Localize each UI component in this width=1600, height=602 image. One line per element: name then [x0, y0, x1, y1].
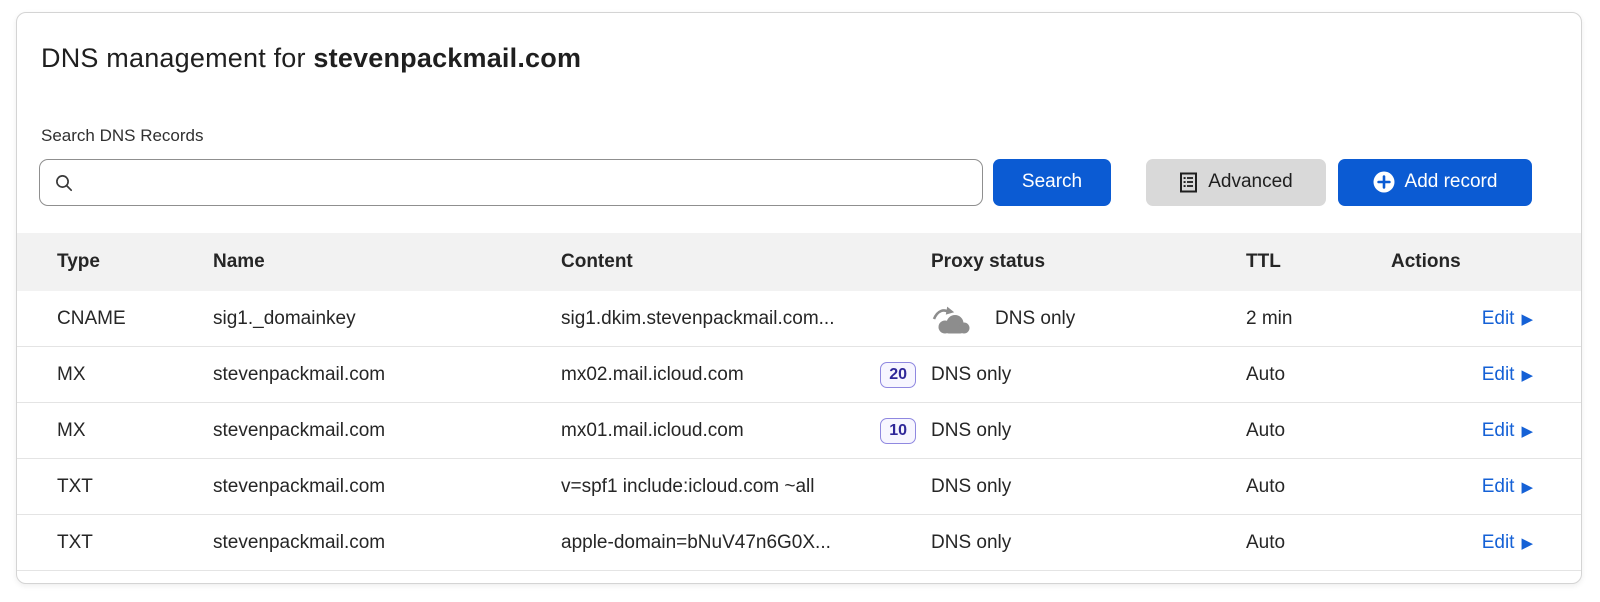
add-record-button[interactable]: Add record — [1338, 159, 1532, 206]
table-header-row: Type Name Content Proxy status TTL Actio… — [17, 233, 1581, 291]
record-ttl: 2 min — [1246, 308, 1391, 330]
edit-link[interactable]: Edit ▶ — [1482, 308, 1533, 330]
edit-link[interactable]: Edit ▶ — [1482, 364, 1533, 386]
search-dns-records-label: Search DNS Records — [41, 126, 1557, 146]
add-record-button-label: Add record — [1405, 171, 1498, 193]
proxy-status-text: DNS only — [931, 476, 1011, 498]
edit-arrow-icon: ▶ — [1521, 424, 1533, 439]
advanced-button-label: Advanced — [1208, 171, 1293, 193]
proxy-status-text: DNS only — [931, 532, 1011, 554]
edit-link-label: Edit — [1482, 532, 1515, 554]
search-button-label: Search — [1022, 171, 1082, 193]
search-toolbar: Search Advanced — [39, 158, 1581, 206]
record-name: sig1._domainkey — [213, 308, 561, 330]
record-ttl: Auto — [1246, 364, 1391, 386]
record-ttl: Auto — [1246, 532, 1391, 554]
actions-cell: Edit ▶ — [1391, 364, 1533, 386]
dns-management-card: DNS management for stevenpackmail.com Se… — [16, 12, 1582, 584]
record-content: mx02.mail.icloud.com — [561, 364, 744, 386]
proxy-status-cell: DNS only — [931, 532, 1246, 554]
record-type: TXT — [57, 532, 213, 554]
edit-link[interactable]: Edit ▶ — [1482, 420, 1533, 442]
search-input-wrap — [39, 159, 983, 206]
proxy-status-text: DNS only — [995, 308, 1075, 330]
dns-records-table: Type Name Content Proxy status TTL Actio… — [17, 233, 1581, 571]
edit-link[interactable]: Edit ▶ — [1482, 476, 1533, 498]
actions-cell: Edit ▶ — [1391, 308, 1533, 330]
actions-cell: Edit ▶ — [1391, 420, 1533, 442]
table-row: TXT stevenpackmail.com apple-domain=bNuV… — [17, 515, 1581, 571]
search-button[interactable]: Search — [993, 159, 1111, 206]
edit-link[interactable]: Edit ▶ — [1482, 532, 1533, 554]
record-content-cell: mx01.mail.icloud.com 10 — [561, 418, 931, 444]
search-input[interactable] — [39, 159, 983, 206]
table-row: CNAME sig1._domainkey sig1.dkim.stevenpa… — [17, 291, 1581, 347]
column-header-actions: Actions — [1391, 251, 1533, 273]
edit-arrow-icon: ▶ — [1521, 368, 1533, 383]
record-type: MX — [57, 420, 213, 442]
proxy-status-text: DNS only — [931, 364, 1011, 386]
record-content-cell: apple-domain=bNuV47n6G0X... — [561, 532, 931, 554]
actions-cell: Edit ▶ — [1391, 532, 1533, 554]
edit-link-label: Edit — [1482, 364, 1515, 386]
search-icon — [54, 173, 74, 193]
column-header-ttl: TTL — [1246, 251, 1391, 273]
record-type: TXT — [57, 476, 213, 498]
page-title: DNS management for stevenpackmail.com — [41, 43, 1557, 74]
record-content: apple-domain=bNuV47n6G0X... — [561, 532, 831, 554]
column-header-type: Type — [57, 251, 213, 273]
table-row: TXT stevenpackmail.com v=spf1 include:ic… — [17, 459, 1581, 515]
record-content: mx01.mail.icloud.com — [561, 420, 744, 442]
record-name: stevenpackmail.com — [213, 532, 561, 554]
priority-badge: 10 — [880, 418, 916, 444]
edit-arrow-icon: ▶ — [1521, 480, 1533, 495]
record-ttl: Auto — [1246, 420, 1391, 442]
edit-arrow-icon: ▶ — [1521, 312, 1533, 327]
record-content-cell: v=spf1 include:icloud.com ~all — [561, 476, 931, 498]
page-title-prefix: DNS management for — [41, 43, 313, 73]
list-document-icon — [1179, 172, 1198, 193]
record-type: MX — [57, 364, 213, 386]
edit-link-label: Edit — [1482, 308, 1515, 330]
priority-badge: 20 — [880, 362, 916, 388]
record-content-cell: mx02.mail.icloud.com 20 — [561, 362, 931, 388]
column-header-content: Content — [561, 251, 931, 273]
record-content-cell: sig1.dkim.stevenpackmail.com... — [561, 308, 931, 330]
record-content: sig1.dkim.stevenpackmail.com... — [561, 308, 835, 330]
proxy-status-cell: DNS only — [931, 364, 1246, 386]
record-name: stevenpackmail.com — [213, 476, 561, 498]
proxy-status-cell: DNS only — [931, 476, 1246, 498]
table-row: MX stevenpackmail.com mx02.mail.icloud.c… — [17, 347, 1581, 403]
record-type: CNAME — [57, 308, 213, 330]
proxy-status-cell: DNS only — [931, 304, 1246, 334]
record-content: v=spf1 include:icloud.com ~all — [561, 476, 814, 498]
column-header-proxy-status: Proxy status — [931, 251, 1246, 273]
table-row: MX stevenpackmail.com mx01.mail.icloud.c… — [17, 403, 1581, 459]
proxy-status-cell: DNS only — [931, 420, 1246, 442]
dns-only-cloud-icon — [931, 304, 975, 334]
plus-circle-icon — [1373, 171, 1395, 193]
edit-link-label: Edit — [1482, 476, 1515, 498]
edit-arrow-icon: ▶ — [1521, 536, 1533, 551]
advanced-button[interactable]: Advanced — [1146, 159, 1326, 206]
actions-cell: Edit ▶ — [1391, 476, 1533, 498]
record-name: stevenpackmail.com — [213, 364, 561, 386]
column-header-name: Name — [213, 251, 561, 273]
record-ttl: Auto — [1246, 476, 1391, 498]
record-name: stevenpackmail.com — [213, 420, 561, 442]
page-title-domain: stevenpackmail.com — [313, 43, 581, 73]
proxy-status-text: DNS only — [931, 420, 1011, 442]
edit-link-label: Edit — [1482, 420, 1515, 442]
table-body: CNAME sig1._domainkey sig1.dkim.stevenpa… — [17, 291, 1581, 571]
